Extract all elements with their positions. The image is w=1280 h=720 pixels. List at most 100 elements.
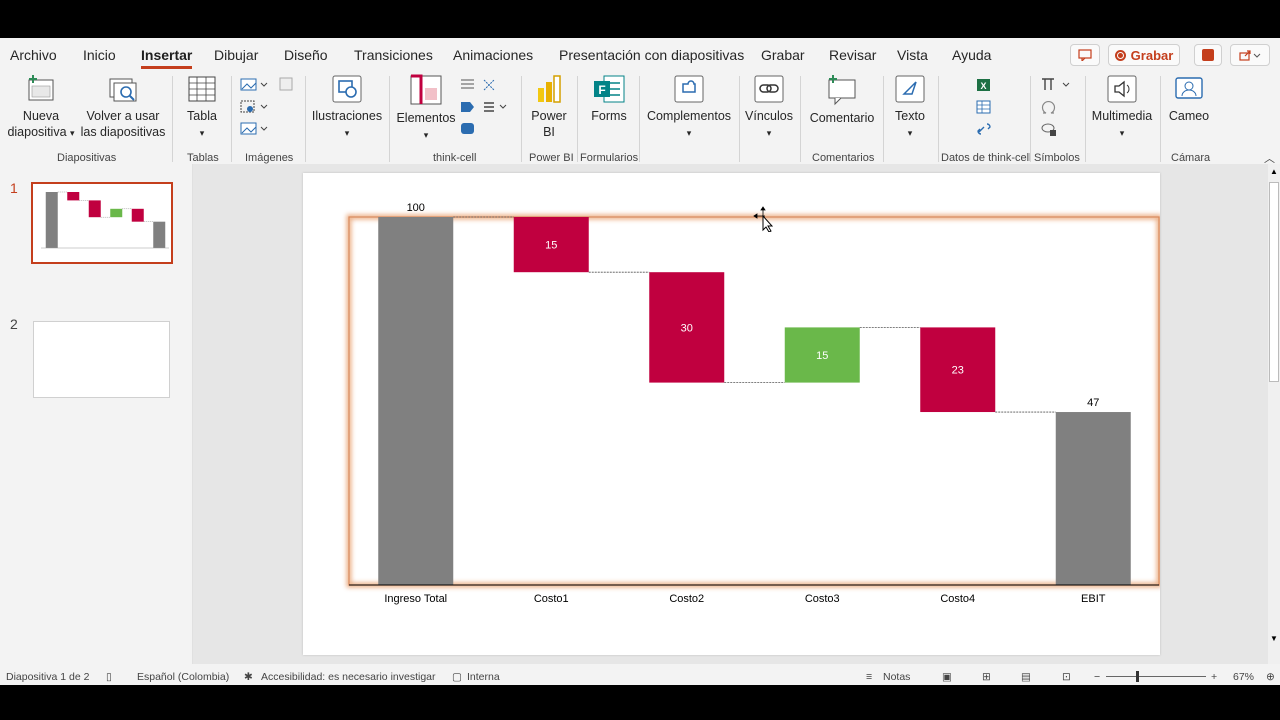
tab-vista[interactable]: Vista (897, 47, 928, 63)
waterfall-chart[interactable]: 100 15 30 15 23 47 Ingreso Total Costo1 Costo2 C… (303, 173, 1162, 655)
tab-ayuda[interactable]: Ayuda (952, 47, 991, 63)
symbol-button[interactable] (1040, 99, 1058, 120)
tab-inicio[interactable]: Inicio (83, 47, 116, 63)
thinkcell-agenda-button[interactable] (460, 78, 500, 97)
slideshow-icon[interactable]: ⊡ (1062, 671, 1071, 683)
scroll-down-icon[interactable]: ▼ (1270, 634, 1278, 643)
new-slide-button[interactable]: Nueva diapositiva ▾ (4, 74, 78, 141)
teams-icon (1202, 49, 1214, 61)
new-comment-icon (828, 75, 856, 106)
links-label: Vínculos (745, 109, 793, 123)
power-bi-button[interactable]: Power BI (526, 74, 572, 140)
new-slide-label: Nueva diapositiva (7, 109, 67, 139)
thinkcell-excel-button[interactable]: X (976, 78, 992, 97)
photo-album-button[interactable] (240, 122, 268, 141)
pictures-button[interactable] (240, 78, 268, 97)
scroll-up-icon[interactable]: ▲ (1270, 167, 1278, 176)
ribbon-separator (639, 76, 640, 162)
reading-view-icon[interactable]: ▤ (1021, 671, 1031, 683)
waterfall-bar-5[interactable] (1055, 412, 1131, 585)
slide-editor: 100 15 30 15 23 47 Ingreso Total Costo1 Costo2 C… (193, 164, 1268, 664)
vertical-scrollbar[interactable]: ▲ ▼ (1268, 164, 1280, 664)
category-label-1: Costo1 (534, 593, 569, 605)
tab-transiciones[interactable]: Transiciones (354, 47, 433, 63)
scrollbar-thumb[interactable] (1269, 182, 1279, 382)
zoom-slider[interactable] (1106, 676, 1206, 677)
group-comments: Comentarios (812, 152, 875, 164)
lasso-icon (1041, 123, 1056, 136)
language-button[interactable]: Español (Colombia) (137, 671, 229, 683)
notes-icon: ≡ (866, 671, 873, 683)
addins-button[interactable]: Complementos ▾ (645, 74, 733, 141)
links-button[interactable]: Vínculos ▾ (744, 74, 794, 141)
zoom-slider-thumb[interactable] (1136, 671, 1139, 682)
notes-button[interactable]: Notas (883, 671, 910, 683)
thinkcell-sticker-button[interactable] (460, 122, 476, 141)
ribbon-separator (231, 76, 232, 162)
forms-button[interactable]: F Forms (584, 74, 634, 124)
category-label-5: EBIT (1081, 593, 1106, 605)
reuse-slides-button[interactable]: Volver a usar las diapositivas (80, 74, 166, 140)
comment-icon (1078, 49, 1092, 61)
status-bar: Diapositiva 1 de 2 ▯ Español (Colombia) … (0, 668, 1280, 685)
group-forms: Formularios (580, 152, 639, 164)
thinkcell-datasheet-button[interactable] (976, 100, 992, 119)
waterfall-bar-0[interactable] (378, 217, 454, 585)
equation-button[interactable] (1040, 76, 1072, 97)
slide-thumbnail-1[interactable] (31, 182, 173, 264)
zoom-out-icon[interactable]: − (1094, 671, 1100, 683)
rounded-rect-icon (461, 123, 474, 134)
group-images: Imágenes (245, 152, 294, 164)
thumbnail-chart-preview (41, 191, 170, 249)
table-label: Tabla (187, 109, 217, 123)
accessibility-icon[interactable]: ✱ (244, 671, 253, 683)
slide-sorter-icon[interactable]: ⊞ (982, 671, 991, 683)
thinkcell-link-button[interactable] (976, 122, 992, 141)
powerpoint-window: Archivo Inicio Insertar Dibujar Diseño T… (0, 38, 1280, 685)
record-button[interactable]: Grabar (1108, 44, 1180, 66)
tab-animaciones[interactable]: Animaciones (453, 47, 533, 63)
ribbon-separator (800, 76, 801, 162)
share-button[interactable] (1230, 44, 1270, 66)
zoom-in-icon[interactable]: + (1211, 671, 1217, 683)
comment-button[interactable]: Comentario (806, 74, 878, 126)
zoom-level[interactable]: 67% (1233, 671, 1254, 683)
tab-presentacion[interactable]: Presentación con diapositivas (559, 47, 744, 63)
spellcheck-icon[interactable]: ▯ (106, 671, 112, 683)
illustrations-button[interactable]: Ilustraciones ▾ (311, 74, 383, 141)
tab-diseno[interactable]: Diseño (284, 47, 328, 63)
media-button[interactable]: Multimedia ▾ (1090, 74, 1154, 141)
power-bi-label: Power BI (531, 109, 567, 139)
tab-revisar[interactable]: Revisar (829, 47, 876, 63)
tab-dibujar[interactable]: Dibujar (214, 47, 258, 63)
tab-archivo[interactable]: Archivo (10, 47, 57, 63)
comments-button[interactable] (1070, 44, 1100, 66)
screenshot-button[interactable] (240, 100, 268, 119)
stock-images-icon (279, 77, 293, 91)
text-button[interactable]: Texto ▾ (888, 74, 932, 141)
table-button[interactable]: Tabla ▾ (180, 74, 224, 141)
stock-images-button[interactable] (278, 76, 294, 97)
picture-icon (240, 78, 268, 91)
tab-insertar[interactable]: Insertar (141, 47, 193, 69)
record-label: Grabar (1130, 47, 1174, 63)
teams-button[interactable] (1194, 44, 1222, 66)
chart-selection-frame[interactable] (348, 216, 1160, 586)
slide-thumbnail-2[interactable] (33, 321, 170, 398)
normal-view-icon[interactable]: ▣ (942, 671, 952, 683)
sensitivity-label[interactable]: Interna (467, 671, 500, 683)
fit-to-window-icon[interactable]: ⊕ (1266, 671, 1275, 683)
ribbon-separator (389, 76, 390, 162)
addins-label: Complementos (646, 109, 732, 123)
group-slides: Diapositivas (57, 152, 117, 164)
thinkcell-agenda-icon (461, 79, 495, 91)
slide-thumbnails-panel: 1 2 (0, 164, 193, 664)
thinkcell-elements-button[interactable]: Elementos ▾ (394, 74, 458, 143)
slide-canvas[interactable]: 100 15 30 15 23 47 Ingreso Total Costo1 Costo2 C… (303, 173, 1162, 655)
accessibility-status[interactable]: Accesibilidad: es necesario investigar (261, 671, 436, 683)
group-thinkcell-data: Datos de think-cell (941, 152, 1032, 164)
tab-grabar[interactable]: Grabar (761, 47, 805, 63)
thinkcell-shape-button[interactable] (460, 100, 508, 119)
cameo-button[interactable]: Cameo (1166, 74, 1212, 124)
thinkcell-symbol-button[interactable] (1040, 121, 1058, 142)
